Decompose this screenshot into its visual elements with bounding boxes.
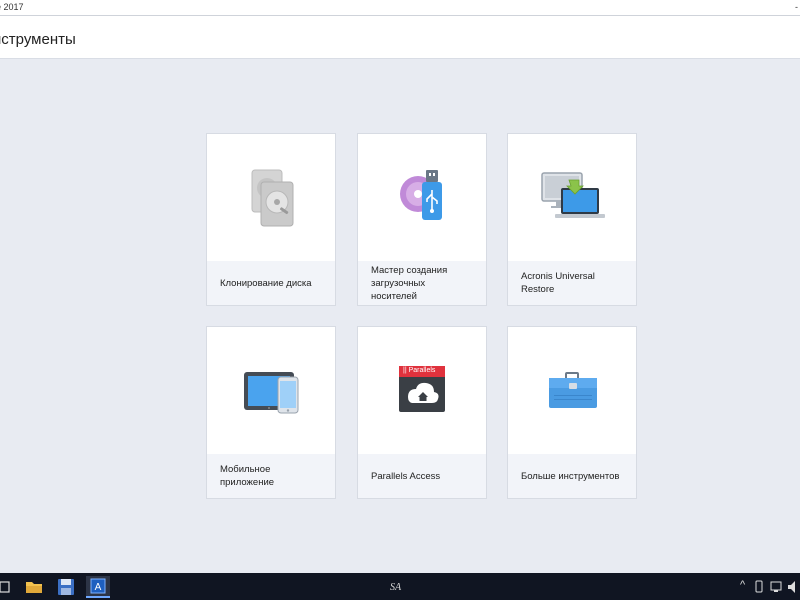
parallels-brand-text: || Parallels	[403, 367, 436, 374]
tile-icon-area	[358, 134, 486, 261]
taskbar-center-text: SA	[390, 582, 402, 593]
window-title: e 2017	[0, 2, 24, 12]
file-explorer-icon[interactable]	[22, 576, 46, 598]
hard-disks-icon	[251, 169, 294, 227]
network-icon[interactable]	[768, 576, 784, 598]
tile-label: Parallels Access	[371, 470, 441, 482]
tile-icon-area: || Parallels	[358, 327, 486, 454]
tile-label-band: Мобильное приложение	[207, 454, 335, 498]
task-view-icon[interactable]	[0, 576, 16, 598]
tile-icon-area	[508, 327, 636, 454]
tile-more-tools[interactable]: Больше инструментов	[507, 326, 637, 499]
tile-label-band: Мастер создания загрузочных носителей	[358, 261, 486, 305]
tile-icon-area	[207, 327, 335, 454]
tile-mobile-app[interactable]: Мобильное приложение	[206, 326, 336, 499]
tile-icon-area	[508, 134, 636, 261]
tile-label-band: Больше инструментов	[508, 454, 636, 498]
taskbar: A SA ^	[0, 573, 800, 600]
acronis-app-icon[interactable]: A	[86, 576, 110, 598]
tablet-phone-icon	[244, 372, 299, 414]
volume-icon[interactable]	[786, 576, 800, 598]
tile-label-band: Parallels Access	[358, 454, 486, 498]
tile-label: Больше инструментов	[521, 470, 620, 482]
svg-text:A: A	[95, 582, 102, 593]
monitor-laptop-icon	[541, 172, 605, 218]
window-titlebar: e 2017 -	[0, 0, 800, 16]
tile-label: Клонирование диска	[220, 277, 312, 289]
tile-label: Мастер создания загрузочных носителей	[371, 264, 448, 302]
page-title: нструменты	[0, 31, 76, 48]
window-control-edge[interactable]: -	[795, 2, 798, 12]
tile-label: Мобильное приложение	[220, 464, 275, 488]
tile-bootable-media[interactable]: Мастер создания загрузочных носителей	[357, 133, 487, 306]
save-disk-icon[interactable]	[54, 576, 78, 598]
tile-label-band: Acronis Universal Restore	[508, 261, 636, 305]
tile-label: Acronis Universal Restore	[521, 271, 595, 295]
tray-overflow-icon[interactable]: ^	[740, 579, 745, 591]
tile-universal-restore[interactable]: Acronis Universal Restore	[507, 133, 637, 306]
tile-parallels-access[interactable]: || Parallels Parallels Access	[357, 326, 487, 499]
tray-device-icon[interactable]	[752, 576, 766, 598]
tile-label-band: Клонирование диска	[207, 261, 335, 305]
tile-disk-clone[interactable]: Клонирование диска	[206, 133, 336, 306]
usb-disc-icon	[400, 170, 442, 220]
toolbox-icon	[549, 372, 597, 408]
tile-icon-area	[207, 134, 335, 261]
page-header: нструменты	[0, 16, 800, 59]
